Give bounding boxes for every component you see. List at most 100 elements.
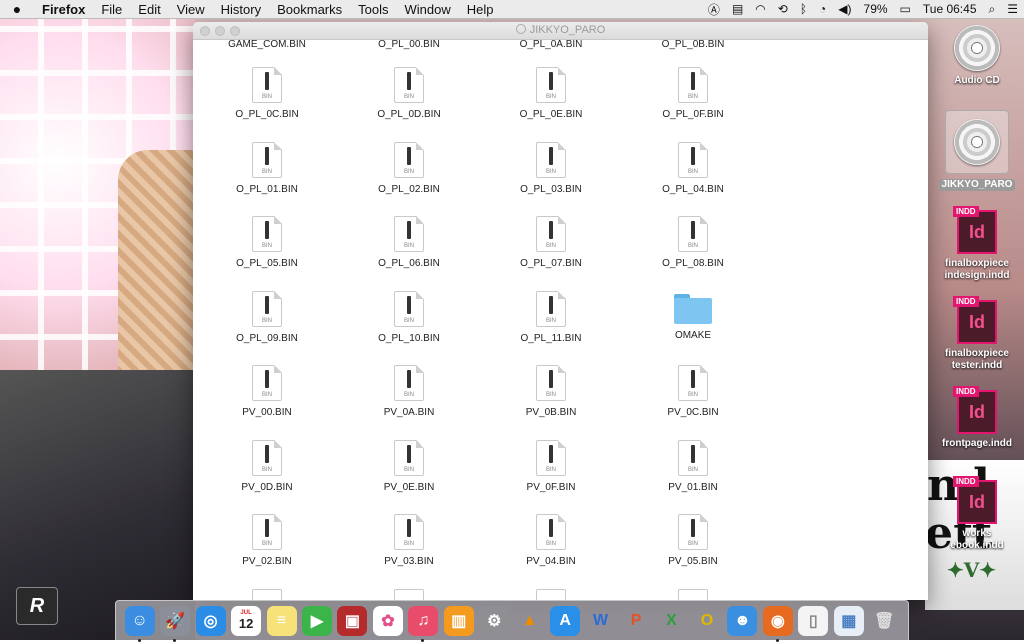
- vlc-icon[interactable]: ▲: [515, 606, 545, 636]
- bin-file-icon: BIN: [394, 439, 424, 476]
- rockstar-logo-icon[interactable]: R: [16, 587, 58, 625]
- desktop-audio-cd[interactable]: Audio CD: [932, 25, 1022, 87]
- bin-file-icon: BIN: [252, 514, 282, 550]
- menu-window[interactable]: Window: [397, 2, 459, 17]
- safari-icon[interactable]: ◎: [195, 605, 226, 636]
- file-item[interactable]: BIN O_PL_02.BIN: [349, 141, 469, 195]
- menu-view[interactable]: View: [169, 2, 213, 17]
- bin-file-icon: BIN: [394, 365, 424, 401]
- file-item[interactable]: BIN O_PL_0F.BIN: [633, 67, 753, 120]
- notification-center-icon[interactable]: ☰: [1007, 2, 1018, 16]
- file-item[interactable]: BIN PV_0D.BIN: [207, 439, 327, 493]
- file-item[interactable]: BIN PV_05.BIN: [633, 514, 753, 567]
- apple-menu-icon[interactable]: ●: [0, 1, 34, 17]
- desktop-indd-2[interactable]: INDD Id finalboxpiece tester.indd: [932, 296, 1022, 372]
- photos-icon[interactable]: ✿: [372, 605, 403, 636]
- system-preferences-icon[interactable]: ⚙: [479, 605, 510, 636]
- file-item[interactable]: BIN O_PL_0D.BIN: [349, 67, 469, 120]
- file-item[interactable]: BIN O_PL_09.BIN: [207, 290, 327, 344]
- clipboard-icon[interactable]: ▤: [732, 2, 743, 16]
- bin-file-icon: BIN: [252, 290, 282, 327]
- file-label-partial[interactable]: O_PL_00.BIN: [349, 39, 469, 50]
- file-label-partial[interactable]: GAME_COM.BIN: [207, 39, 327, 50]
- file-item[interactable]: BIN O_PL_01.BIN: [207, 141, 327, 195]
- bin-file-icon[interactable]: [536, 589, 566, 600]
- trash-icon[interactable]: 🗑: [869, 606, 899, 636]
- bin-file-icon: BIN: [394, 290, 424, 327]
- indd4-label-line1: works: [962, 528, 992, 539]
- desktop-indd-1[interactable]: INDD Id finalboxpiece indesign.indd: [932, 206, 1022, 282]
- file-label-partial[interactable]: O_PL_0B.BIN: [633, 39, 753, 50]
- desktop-indd-3[interactable]: INDD Id frontpage.indd: [932, 386, 1022, 450]
- calendar-icon[interactable]: JUL 12: [231, 605, 262, 636]
- window-titlebar[interactable]: JIKKYO_PARO: [193, 22, 928, 40]
- app-store-icon[interactable]: A: [550, 605, 581, 636]
- photo-booth-icon[interactable]: ▣: [337, 605, 368, 636]
- folder-item[interactable]: OMAKE: [633, 291, 753, 341]
- itunes-icon[interactable]: ♫: [408, 605, 439, 642]
- facetime-icon[interactable]: ▶: [301, 605, 332, 636]
- indesign-file-icon: INDD Id: [953, 386, 997, 434]
- bin-file-icon[interactable]: [678, 589, 708, 600]
- adobe-icon[interactable]: Ⓐ: [708, 1, 720, 18]
- excel-icon[interactable]: X: [657, 606, 687, 636]
- preview-icon[interactable]: ▦: [833, 605, 864, 636]
- file-item[interactable]: BIN PV_0A.BIN: [349, 365, 469, 418]
- file-item[interactable]: BIN PV_04.BIN: [491, 514, 611, 567]
- firefox-icon[interactable]: ◉: [762, 605, 793, 642]
- file-item[interactable]: BIN PV_0E.BIN: [349, 439, 469, 493]
- notes-icon[interactable]: ≡: [266, 605, 297, 636]
- indd4-label-line2: ebook.indd: [950, 540, 1004, 551]
- file-item[interactable]: BIN O_PL_0C.BIN: [207, 67, 327, 120]
- spotlight-search-icon[interactable]: ⌕: [989, 2, 996, 17]
- bin-file-icon: BIN: [252, 439, 282, 476]
- file-item[interactable]: BIN PV_00.BIN: [207, 365, 327, 418]
- file-item[interactable]: BIN PV_0C.BIN: [633, 365, 753, 418]
- file-label: PV_0E.BIN: [383, 481, 435, 493]
- battery-percent[interactable]: 79%: [864, 2, 888, 16]
- outlook-icon[interactable]: O: [692, 606, 722, 636]
- menu-file[interactable]: File: [93, 2, 130, 17]
- word-icon[interactable]: W: [586, 606, 616, 636]
- file-item[interactable]: BIN O_PL_08.BIN: [633, 216, 753, 269]
- wifi-icon[interactable]: ◔: [819, 2, 826, 16]
- bin-file-icon: BIN: [536, 365, 566, 401]
- menu-help[interactable]: Help: [459, 2, 502, 17]
- desktop-jikkyo-disc[interactable]: JIKKYO_PARO: [932, 110, 1022, 192]
- file-label-partial[interactable]: O_PL_0A.BIN: [491, 39, 611, 50]
- file-item[interactable]: BIN PV_03.BIN: [349, 514, 469, 567]
- powerpoint-icon[interactable]: P: [621, 606, 651, 636]
- file-item[interactable]: BIN O_PL_10.BIN: [349, 290, 469, 344]
- file-item[interactable]: BIN O_PL_11.BIN: [491, 290, 611, 344]
- file-item[interactable]: BIN O_PL_03.BIN: [491, 141, 611, 195]
- file-item[interactable]: BIN O_PL_0E.BIN: [491, 67, 611, 120]
- ibooks-icon[interactable]: ▥: [443, 605, 474, 636]
- bin-file-icon[interactable]: [394, 589, 424, 600]
- file-item[interactable]: BIN PV_02.BIN: [207, 514, 327, 567]
- menu-history[interactable]: History: [213, 2, 269, 17]
- time-machine-icon[interactable]: ⟲: [778, 2, 788, 16]
- file-item[interactable]: BIN O_PL_07.BIN: [491, 216, 611, 269]
- launchpad-icon[interactable]: 🚀: [160, 605, 191, 642]
- bluetooth-icon[interactable]: ᛒ: [800, 2, 807, 16]
- file-item[interactable]: BIN O_PL_05.BIN: [207, 216, 327, 269]
- desktop-indd-4[interactable]: INDD Id works ebook.indd: [932, 476, 1022, 552]
- bin-file-icon[interactable]: [252, 589, 282, 600]
- volume-icon[interactable]: ◀): [838, 2, 851, 16]
- file-item[interactable]: BIN PV_0F.BIN: [491, 439, 611, 493]
- menu-edit[interactable]: Edit: [130, 2, 168, 17]
- air-icon[interactable]: ◠: [755, 2, 765, 16]
- document-icon[interactable]: ▯: [798, 605, 829, 636]
- file-item[interactable]: BIN PV_01.BIN: [633, 439, 753, 493]
- finder-icon[interactable]: ☺: [124, 605, 155, 642]
- file-label: O_PL_04.BIN: [662, 183, 724, 195]
- battery-icon[interactable]: ▭: [900, 2, 911, 16]
- file-item[interactable]: BIN PV_0B.BIN: [491, 365, 611, 418]
- menu-bookmarks[interactable]: Bookmarks: [269, 2, 350, 17]
- menu-tools[interactable]: Tools: [350, 2, 396, 17]
- messenger-icon[interactable]: ☻: [727, 605, 758, 636]
- file-item[interactable]: BIN O_PL_06.BIN: [349, 216, 469, 269]
- clock[interactable]: Tue 06:45: [923, 2, 977, 16]
- menu-app[interactable]: Firefox: [34, 2, 93, 17]
- file-item[interactable]: BIN O_PL_04.BIN: [633, 141, 753, 195]
